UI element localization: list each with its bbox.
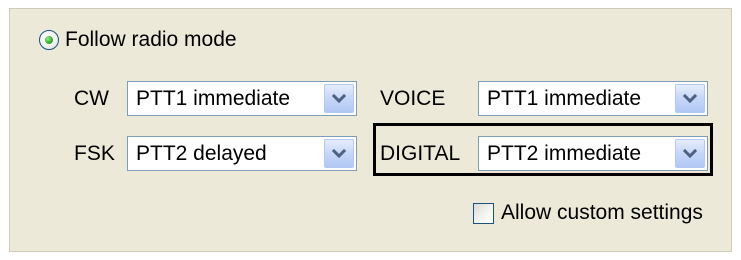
- fsk-ptt-dropdown-button[interactable]: [324, 139, 354, 168]
- radio-selected-dot: [45, 36, 53, 44]
- cw-ptt-dropdown-button[interactable]: [324, 84, 354, 113]
- digital-ptt-select-value: PTT2 immediate: [487, 142, 642, 165]
- cw-label: CW: [74, 87, 109, 110]
- chevron-down-icon: [332, 93, 346, 104]
- chevron-down-icon: [683, 148, 697, 159]
- fsk-label: FSK: [74, 142, 115, 165]
- allow-custom-settings-checkbox[interactable]: [473, 203, 494, 224]
- cw-ptt-select[interactable]: PTT1 immediate: [127, 81, 357, 116]
- follow-radio-mode-label[interactable]: Follow radio mode: [65, 28, 237, 52]
- digital-label: DIGITAL: [380, 142, 461, 165]
- follow-radio-mode-radio[interactable]: [39, 30, 59, 50]
- voice-ptt-select[interactable]: PTT1 immediate: [478, 81, 708, 116]
- fsk-ptt-select[interactable]: PTT2 delayed: [127, 136, 357, 171]
- voice-ptt-select-value: PTT1 immediate: [487, 87, 642, 110]
- allow-custom-settings-label[interactable]: Allow custom settings: [501, 201, 703, 225]
- chevron-down-icon: [332, 148, 346, 159]
- digital-ptt-select[interactable]: PTT2 immediate: [478, 136, 708, 171]
- fsk-ptt-select-value: PTT2 delayed: [136, 142, 267, 165]
- cw-ptt-select-value: PTT1 immediate: [136, 87, 291, 110]
- digital-ptt-dropdown-button[interactable]: [675, 139, 705, 168]
- voice-ptt-dropdown-button[interactable]: [675, 84, 705, 113]
- voice-label: VOICE: [380, 87, 446, 110]
- chevron-down-icon: [683, 93, 697, 104]
